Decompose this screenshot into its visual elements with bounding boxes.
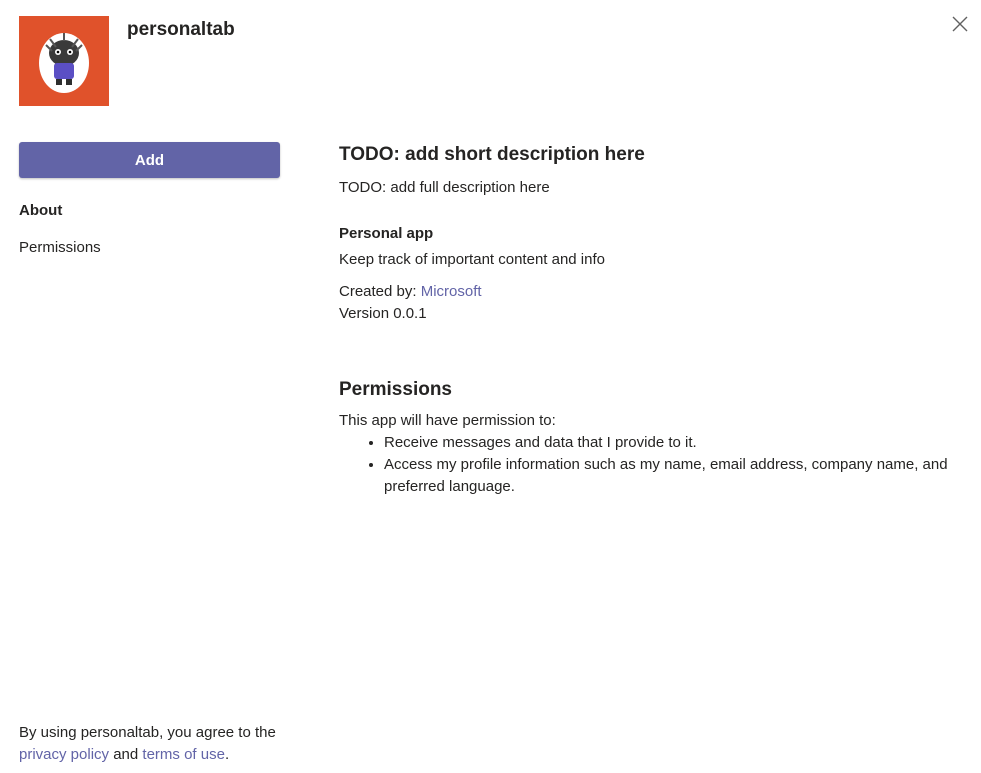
close-button[interactable]	[948, 12, 972, 36]
capability-text: Keep track of important content and info	[339, 251, 605, 268]
permissions-heading: Permissions	[339, 379, 452, 400]
terms-of-use-link[interactable]: terms of use	[142, 746, 225, 763]
footer-prefix: By using personaltab, you agree to the	[19, 724, 276, 741]
permissions-list: Receive messages and data that I provide…	[339, 432, 949, 498]
footer-terms: By using personaltab, you agree to the p…	[19, 722, 289, 766]
capability-title: Personal app	[339, 225, 434, 242]
privacy-policy-link[interactable]: privacy policy	[19, 746, 109, 763]
created-by: Created by: Microsoft	[339, 283, 949, 301]
app-title: personaltab	[127, 19, 235, 40]
app-icon	[19, 16, 109, 106]
add-button[interactable]: Add	[19, 142, 280, 178]
sidebar-item-about[interactable]: About	[19, 202, 101, 219]
developer-link[interactable]: Microsoft	[421, 283, 482, 300]
close-icon	[952, 16, 968, 32]
short-description: TODO: add short description here	[339, 144, 645, 165]
created-by-label: Created by:	[339, 283, 417, 300]
sidebar-nav: About Permissions	[19, 202, 101, 256]
permission-item: Receive messages and data that I provide…	[384, 432, 949, 454]
version: Version 0.0.1	[339, 305, 427, 322]
permissions-intro: This app will have permission to:	[339, 412, 556, 429]
permission-item: Access my profile information such as my…	[384, 454, 949, 498]
app-mascot-icon	[39, 33, 89, 93]
sidebar-item-permissions[interactable]: Permissions	[19, 239, 101, 256]
footer-suffix: .	[224, 746, 230, 763]
footer-and: and	[113, 746, 139, 763]
details-panel: TODO: add short description here TODO: a…	[339, 144, 949, 498]
full-description: TODO: add full description here	[339, 179, 550, 196]
